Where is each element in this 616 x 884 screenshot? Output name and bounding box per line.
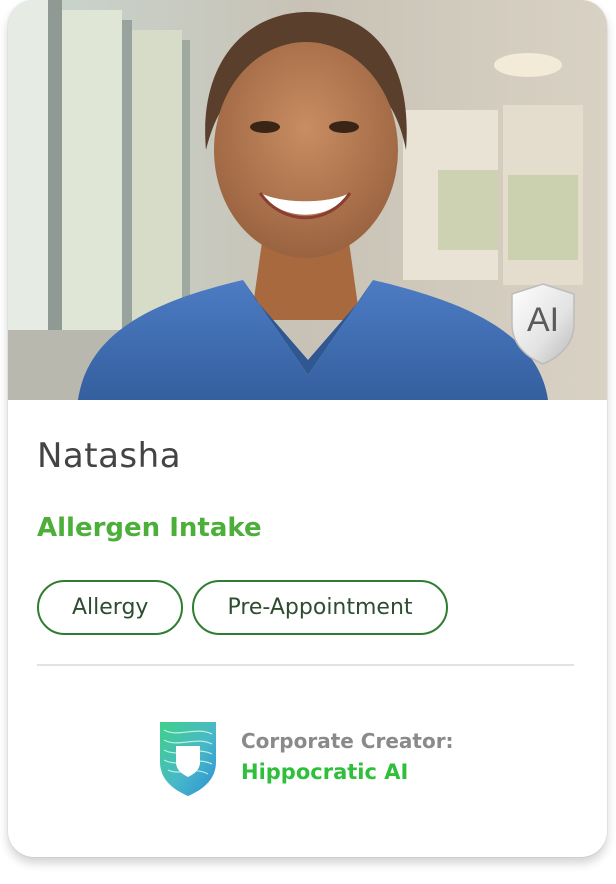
agent-role: Allergen Intake bbox=[37, 513, 262, 543]
tag-pre-appointment[interactable]: Pre-Appointment bbox=[192, 580, 448, 635]
creator-label: Corporate Creator: bbox=[241, 729, 454, 753]
divider bbox=[37, 664, 574, 666]
ai-badge-label: AI bbox=[527, 301, 559, 339]
tag-allergy[interactable]: Allergy bbox=[37, 580, 184, 635]
profile-photo: AI bbox=[8, 0, 607, 400]
creator-name-link[interactable]: Hippocratic AI bbox=[241, 760, 408, 784]
hippocratic-ai-logo-icon bbox=[154, 716, 222, 798]
tag-list: Allergy Pre-Appointment bbox=[37, 580, 448, 635]
agent-card[interactable]: AI Natasha Allergen Intake Allergy Pre-A… bbox=[8, 0, 607, 857]
agent-name: Natasha bbox=[37, 436, 182, 476]
ai-badge-icon: AI bbox=[510, 282, 576, 366]
